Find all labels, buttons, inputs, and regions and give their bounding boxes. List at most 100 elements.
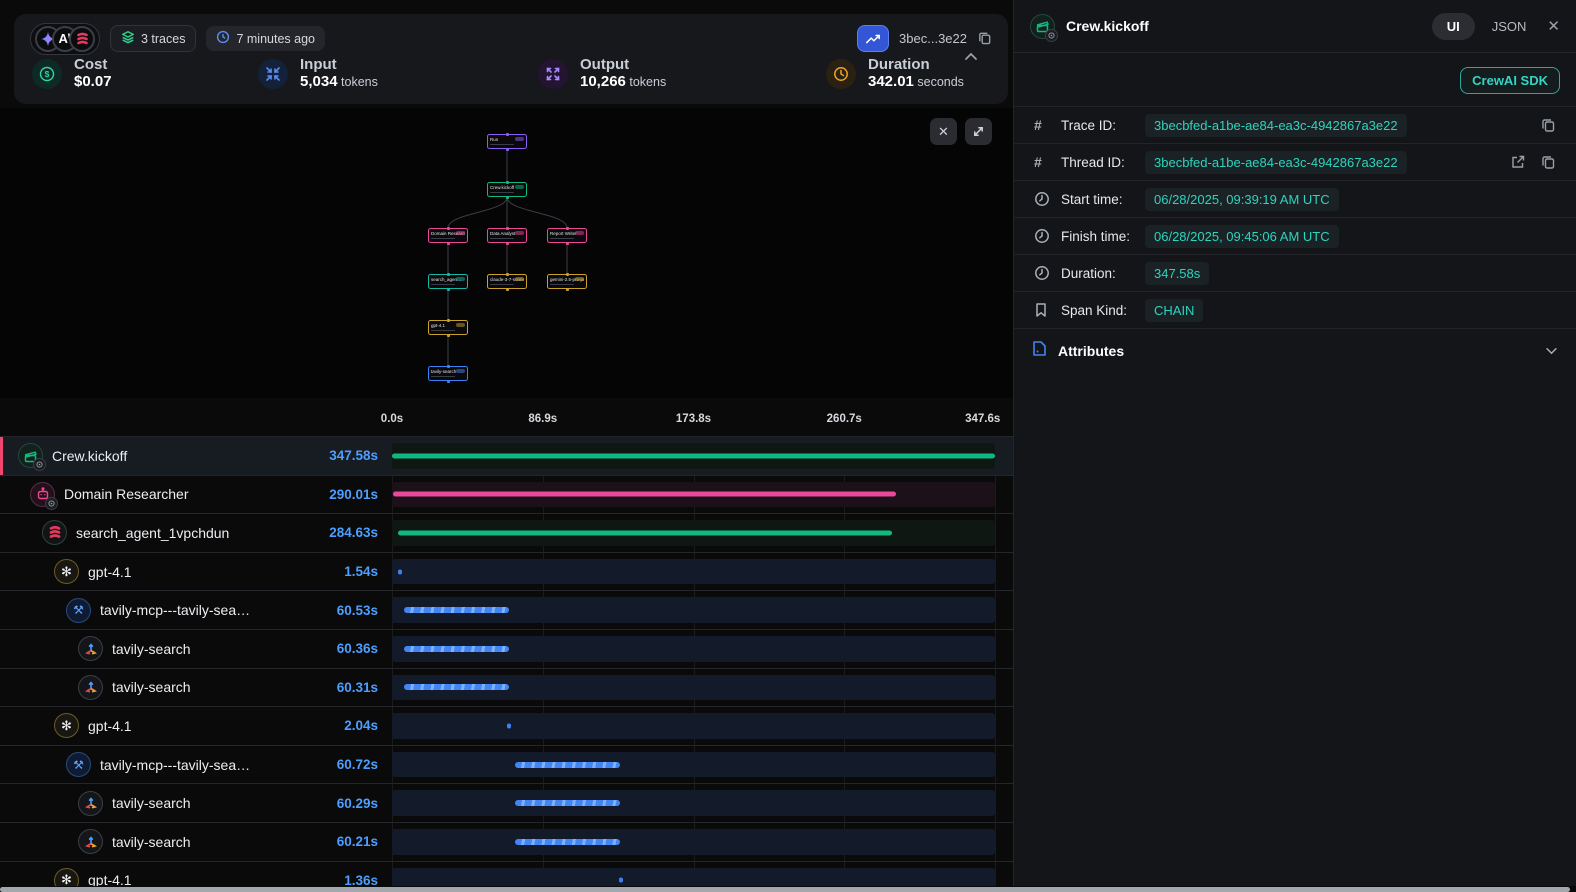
clock-icon — [833, 66, 849, 82]
graph-node[interactable]: tavily-search — [428, 366, 468, 381]
row-duration: 284.63s — [329, 525, 378, 540]
trend-icon[interactable] — [857, 25, 889, 52]
field-value: 3becbfed-a1be-ae84-ea3c-4942867a3e22 — [1145, 114, 1407, 137]
graph-node[interactable]: Report Writer — [547, 228, 587, 243]
copy-trace-id-button[interactable] — [977, 30, 992, 48]
summary-top-row: A\ 3 traces 7 minutes ago — [14, 14, 1008, 54]
graph-node[interactable]: search_agen… — [428, 274, 468, 289]
detail-header: Crew.kickoff UI JSON ✕ — [1014, 0, 1576, 53]
selected-row-accent — [0, 437, 3, 475]
trace-id-short: 3bec...3e22 — [899, 31, 967, 46]
trace-row-tavily-search[interactable]: tavily-search60.21s — [0, 822, 1013, 861]
sdk-row: CrewAI SDK — [1014, 53, 1576, 106]
clock-icon — [216, 30, 230, 47]
graph-node[interactable]: Run — [487, 134, 527, 149]
trace-graph[interactable]: Run Crew.kickoff Domain Research… Data Anal… — [0, 108, 1013, 398]
copy-button[interactable] — [1540, 117, 1556, 133]
traces-count-badge[interactable]: 3 traces — [110, 25, 196, 52]
graph-node[interactable]: Domain Research… — [428, 228, 468, 243]
axis-tick-label: 260.7s — [827, 413, 862, 425]
stat-value: $0.07 — [74, 73, 112, 91]
scala-logo-icon — [69, 26, 95, 52]
trace-age-label: 7 minutes ago — [236, 32, 315, 46]
duration-bar — [507, 723, 511, 728]
copy-icon — [977, 30, 992, 48]
graph-close-button[interactable]: ✕ — [930, 118, 957, 145]
attributes-label: Attributes — [1058, 343, 1545, 359]
row-label: tavily-search — [112, 641, 328, 657]
row-duration: 60.31s — [337, 680, 378, 695]
stat-label: Output — [580, 56, 666, 73]
axis-tick-label: 0.0s — [381, 413, 403, 425]
clock-outline-icon — [1034, 228, 1050, 244]
graph-node[interactable]: gpt-4.1 — [428, 320, 468, 335]
axis-tick-label: 173.8s — [676, 413, 711, 425]
copy-button[interactable] — [1540, 154, 1556, 170]
row-label: tavily-search — [112, 679, 328, 695]
stat-cost: $Cost$0.07 — [32, 56, 258, 91]
tab-json[interactable]: JSON — [1492, 19, 1527, 34]
collapse-chevron-icon[interactable] — [964, 48, 978, 66]
scrollbar-thumb[interactable] — [0, 887, 1570, 892]
attributes-file-icon — [1032, 340, 1047, 362]
route-icon — [78, 829, 103, 854]
dollar-icon: $ — [39, 66, 55, 82]
timeline-axis: 0.0s86.9s173.8s260.7s347.6s — [0, 402, 1013, 436]
graph-node[interactable]: gemini-2.5-pro-pr… — [547, 274, 587, 289]
graph-expand-button[interactable] — [965, 118, 992, 145]
duration-bar — [515, 839, 619, 845]
route-icon — [78, 791, 103, 816]
graph-node[interactable]: Crew.kickoff — [487, 182, 527, 197]
duration-bar — [404, 646, 509, 652]
graph-node[interactable]: claude-3-7-sonnet… — [487, 274, 527, 289]
row-label: tavily-search — [112, 795, 328, 811]
row-label: search_agent_1vpchdun — [76, 525, 320, 541]
close-panel-button[interactable]: ✕ — [1547, 17, 1560, 35]
field-value: 06/28/2025, 09:39:19 AM UTC — [1145, 188, 1339, 211]
field-label: Thread ID: — [1061, 155, 1145, 170]
external-button[interactable] — [1510, 154, 1526, 170]
trace-row-search-agent-1vpchdun[interactable]: search_agent_1vpchdun 284.63s — [0, 513, 1013, 552]
trace-row-tavily-search[interactable]: tavily-search 60.36s — [0, 629, 1013, 668]
trace-row-domain-researcher[interactable]: Domain Researcher290.01s — [0, 475, 1013, 514]
layers-icon — [121, 30, 135, 47]
copy-icon — [1540, 117, 1556, 133]
detail-field-finish-time-: Finish time:06/28/2025, 09:45:06 AM UTC — [1014, 217, 1576, 254]
tools-icon: ⚒ — [66, 752, 91, 777]
axis-tick-label: 86.9s — [528, 413, 557, 425]
trace-row-gpt-4.1[interactable]: ✻gpt-4.11.54s — [0, 552, 1013, 591]
field-label: Start time: — [1061, 192, 1145, 207]
trace-row-crew.kickoff[interactable]: Crew.kickoff347.58s — [0, 436, 1013, 475]
graph-node[interactable]: Data Analyst — [487, 228, 527, 243]
field-label: Trace ID: — [1061, 118, 1145, 133]
trace-viewer-app: A\ 3 traces 7 minutes ago — [0, 0, 1576, 892]
field-value: 06/28/2025, 09:45:06 AM UTC — [1145, 225, 1339, 248]
trace-row-tavily-search[interactable]: tavily-search 60.31s — [0, 668, 1013, 707]
horizontal-scrollbar[interactable] — [0, 886, 1576, 892]
duration-bar — [393, 492, 896, 497]
crew-icon — [18, 443, 43, 468]
field-label: Finish time: — [1061, 229, 1145, 244]
trace-row-tavily-mcp-tavily-sea-[interactable]: ⚒tavily-mcp---tavily-sea…60.72s — [0, 745, 1013, 784]
svg-text:$: $ — [45, 69, 50, 79]
clock-outline-icon — [1034, 191, 1050, 207]
openai-icon: ✻ — [54, 559, 79, 584]
row-duration: 1.54s — [344, 564, 378, 579]
sdk-badge: CrewAI SDK — [1460, 67, 1560, 94]
stat-label: Input — [300, 56, 378, 73]
detail-field-thread-id-: #Thread ID:3becbfed-a1be-ae84-ea3c-49428… — [1014, 143, 1576, 180]
attributes-section-toggle[interactable]: Attributes — [1014, 328, 1576, 372]
row-duration: 60.36s — [337, 641, 378, 656]
external-icon — [1510, 154, 1526, 170]
tab-ui[interactable]: UI — [1432, 13, 1475, 40]
row-label: gpt-4.1 — [88, 718, 335, 734]
route-icon — [78, 675, 103, 700]
bar-track — [392, 790, 995, 816]
trace-panel: A\ 3 traces 7 minutes ago — [0, 0, 1013, 892]
row-duration: 60.72s — [337, 757, 378, 772]
trace-row-tavily-search[interactable]: tavily-search60.29s — [0, 783, 1013, 822]
trace-row-tavily-mcp-tavily-sea-[interactable]: ⚒tavily-mcp---tavily-sea…60.53s — [0, 590, 1013, 629]
row-duration: 290.01s — [329, 487, 378, 502]
trace-row-gpt-4.1[interactable]: ✻gpt-4.12.04s — [0, 706, 1013, 745]
timeline-rows: Crew.kickoff347.58sDomain Researcher290.… — [0, 436, 1013, 892]
